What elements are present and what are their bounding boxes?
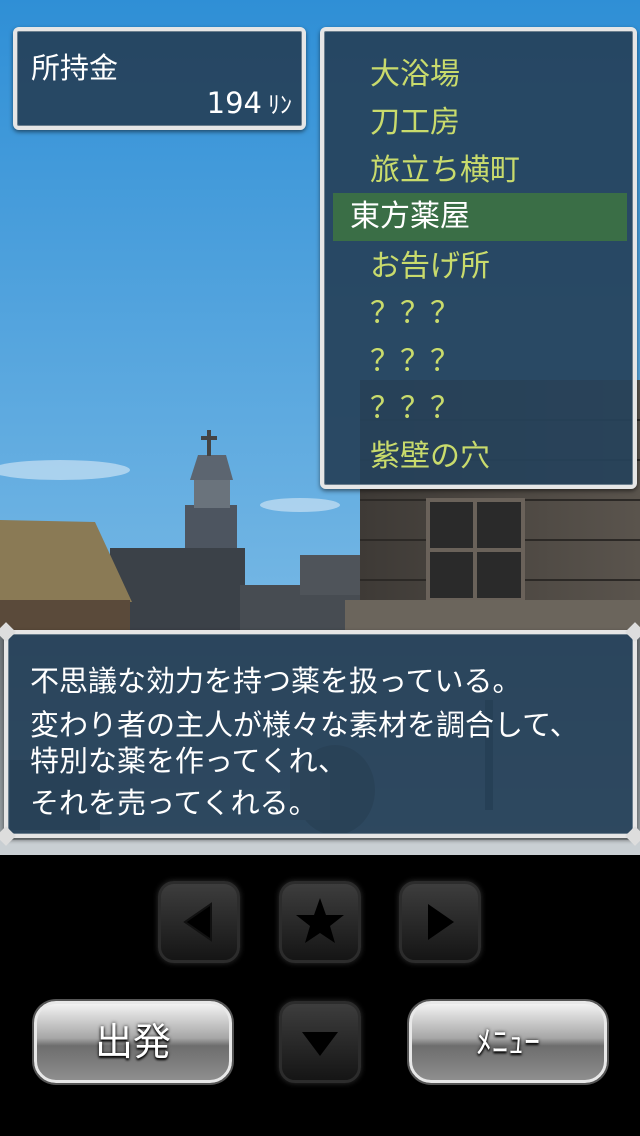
- menu-item-sword-workshop[interactable]: 刀工房: [324, 99, 633, 147]
- description-dialog: 不思議な効力を持つ薬を扱っている。 変わり者の主人が様々な素材を調合して、 特別…: [0, 622, 640, 846]
- money-value: 194 ﾘﾝ: [207, 85, 292, 120]
- triangle-left-icon: [183, 902, 212, 942]
- money-currency: ﾘﾝ: [268, 91, 292, 119]
- down-button[interactable]: [279, 1001, 361, 1083]
- money-panel: 所持金 194 ﾘﾝ: [13, 27, 306, 130]
- star-icon: [296, 898, 344, 943]
- money-amount: 194: [206, 86, 262, 120]
- menu-item-eastern-pharmacy[interactable]: 東方薬屋: [333, 193, 627, 241]
- dialog-line: 不思議な効力を持つ薬を扱っている。: [30, 664, 522, 698]
- menu-item-unknown-1[interactable]: ？？？: [324, 290, 633, 338]
- left-button[interactable]: [158, 881, 240, 963]
- menu-item-purple-wall-hole[interactable]: 紫壁の穴: [324, 433, 633, 481]
- menu-item-departure-alley[interactable]: 旅立ち横町: [324, 147, 633, 195]
- menu-item-unknown-2[interactable]: ？？？: [324, 338, 633, 386]
- depart-button[interactable]: 出発: [34, 1001, 232, 1083]
- menu-item-unknown-3[interactable]: ？？？: [324, 385, 633, 433]
- location-menu: 大浴場 刀工房 旅立ち横町 東方薬屋 お告げ所 ？？？ ？？？ ？？？ 紫壁の穴: [320, 27, 637, 489]
- dialog-line: 特別な薬を作ってくれ、: [30, 744, 347, 778]
- menu-button[interactable]: ﾒﾆｭｰ: [409, 1001, 607, 1083]
- dialog-line: それを売ってくれる。: [30, 786, 318, 820]
- star-button[interactable]: [279, 881, 361, 963]
- triangle-down-icon: [302, 1032, 338, 1056]
- right-button[interactable]: [399, 881, 481, 963]
- control-pad: 出発 ﾒﾆｭｰ: [0, 855, 640, 1136]
- money-label: 所持金: [31, 51, 119, 85]
- menu-item-oracle-hall[interactable]: お告げ所: [324, 243, 633, 291]
- menu-item-bath[interactable]: 大浴場: [324, 51, 633, 99]
- triangle-right-icon: [428, 904, 454, 940]
